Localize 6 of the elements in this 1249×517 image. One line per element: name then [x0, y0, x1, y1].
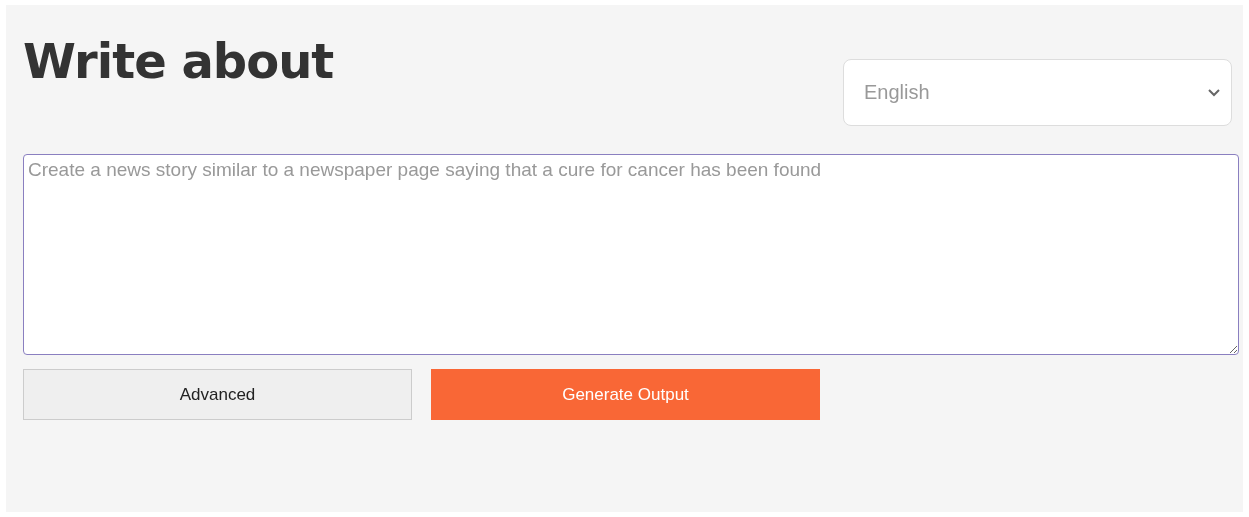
generate-button[interactable]: Generate Output [431, 369, 820, 420]
chevron-down-icon [1207, 87, 1221, 98]
advanced-button[interactable]: Advanced [23, 369, 412, 420]
prompt-field[interactable]: Create a news story similar to a newspaper page saying that a cure for cancer has been found [23, 154, 1239, 355]
page-heading: Write about [23, 32, 334, 91]
language-select[interactable]: English [843, 59, 1232, 126]
